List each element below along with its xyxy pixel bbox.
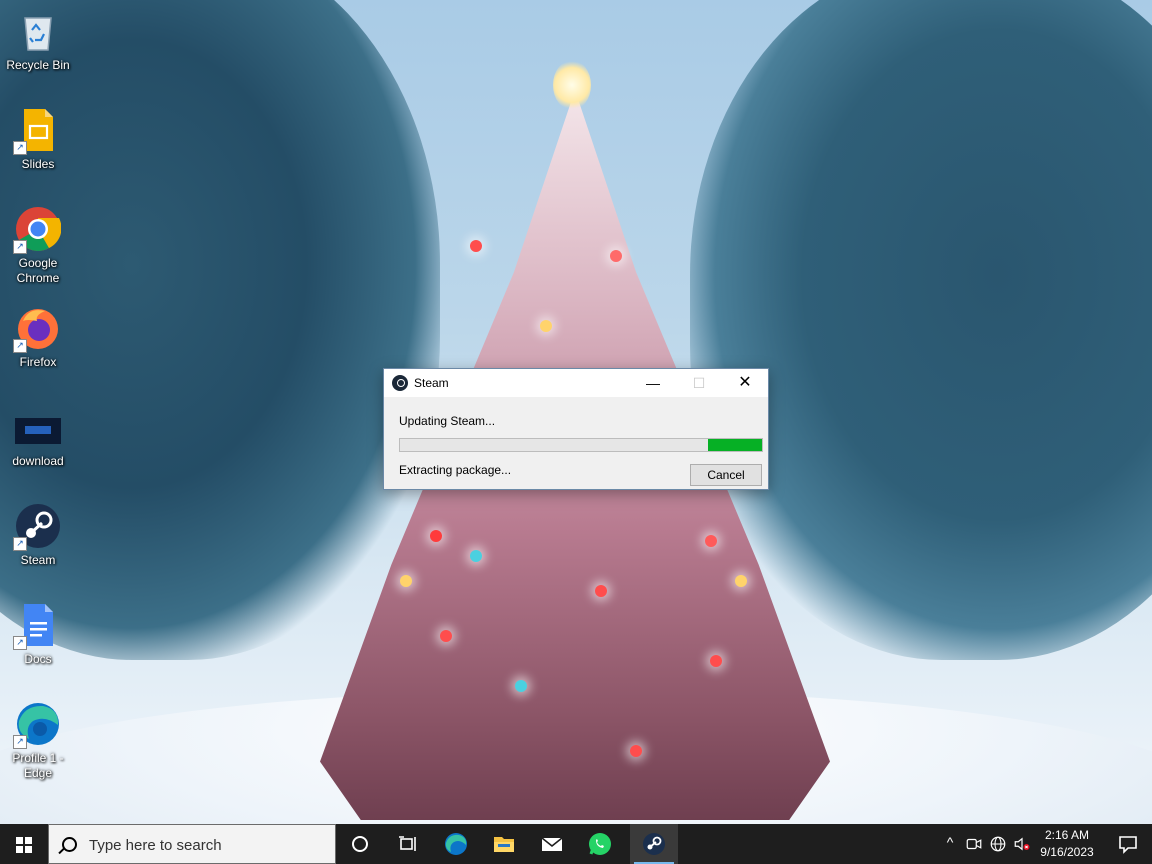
wallpaper-light xyxy=(595,585,607,597)
desktop-icon-firefox[interactable]: ↗ Firefox xyxy=(2,305,74,370)
windows-logo-icon xyxy=(16,837,32,853)
desktop-icon-steam[interactable]: ↗ Steam xyxy=(2,503,74,568)
update-status-text: Updating Steam... xyxy=(399,414,496,428)
file-explorer-icon xyxy=(494,837,514,852)
minimize-button[interactable]: — xyxy=(630,369,676,397)
taskbar-steam[interactable] xyxy=(630,824,678,864)
steam-icon xyxy=(643,833,665,855)
desktop-icon-label: Google Chrome xyxy=(16,256,60,285)
wallpaper-light xyxy=(515,680,527,692)
wallpaper-light xyxy=(470,240,482,252)
desktop-icon-label: Firefox xyxy=(19,355,57,369)
show-hidden-icons-button[interactable]: ^ xyxy=(940,834,960,850)
shortcut-arrow-icon: ↗ xyxy=(13,735,27,749)
cortana-button[interactable] xyxy=(336,824,384,864)
wallpaper-tree-star xyxy=(553,60,591,110)
search-placeholder: Type here to search xyxy=(89,837,222,854)
wallpaper-pine-right xyxy=(690,0,1152,660)
desktop-icon-slides[interactable]: ↗ Slides xyxy=(2,107,74,172)
shortcut-arrow-icon: ↗ xyxy=(13,141,27,155)
clock-time: 2:16 AM xyxy=(1044,828,1090,842)
wallpaper-light xyxy=(540,320,552,332)
update-progress-bar xyxy=(399,438,763,452)
desktop-icon-label: download xyxy=(12,454,64,468)
close-button[interactable]: ✕ xyxy=(722,369,768,397)
dialog-titlebar[interactable]: Steam — ☐ ✕ xyxy=(384,369,768,397)
image-file-icon xyxy=(15,404,61,450)
desktop-icon-profile-edge[interactable]: ↗ Profile 1 - Edge xyxy=(2,701,74,781)
shortcut-arrow-icon: ↗ xyxy=(13,240,27,254)
taskbar-mail[interactable] xyxy=(528,824,576,864)
wallpaper-light xyxy=(735,575,747,587)
whatsapp-icon xyxy=(589,833,611,855)
progress-bar-fill xyxy=(707,439,762,451)
desktop-icon-download[interactable]: download xyxy=(2,404,74,469)
clock-date: 9/16/2023 xyxy=(1040,845,1094,859)
search-icon xyxy=(62,837,77,852)
tray-network[interactable] xyxy=(986,824,1010,864)
wallpaper-light xyxy=(400,575,412,587)
wallpaper-light xyxy=(440,630,452,642)
cortana-icon xyxy=(352,836,368,852)
wallpaper-light xyxy=(610,250,622,262)
chevron-up-icon: ^ xyxy=(946,834,954,850)
desktop-icon-label: Steam xyxy=(20,553,56,567)
task-view-button[interactable] xyxy=(384,824,432,864)
desktop-icon-docs[interactable]: ↗ Docs xyxy=(2,602,74,667)
maximize-button: ☐ xyxy=(676,369,722,397)
taskbar-file-explorer[interactable] xyxy=(480,824,528,864)
desktop-icon-label: Docs xyxy=(24,652,52,666)
wallpaper-light xyxy=(470,550,482,562)
google-slides-icon: ↗ xyxy=(13,107,61,155)
tray-meet-now[interactable] xyxy=(962,824,986,864)
edge-icon: ↗ xyxy=(13,701,61,749)
desktop-icon-label: Recycle Bin xyxy=(6,58,70,72)
tray-clock[interactable]: 2:16 AM 9/16/2023 xyxy=(1036,828,1098,859)
steam-update-dialog: Steam — ☐ ✕ Updating Steam... Extracting… xyxy=(383,368,769,490)
notification-center-button[interactable] xyxy=(1104,824,1152,864)
meet-now-icon xyxy=(966,838,982,850)
wallpaper-light xyxy=(710,655,722,667)
tray-volume[interactable] xyxy=(1010,824,1034,864)
maximize-icon: ☐ xyxy=(692,375,706,391)
wallpaper-light xyxy=(630,745,642,757)
volume-muted-icon xyxy=(1014,837,1030,851)
minimize-icon: — xyxy=(646,375,660,391)
network-globe-icon xyxy=(990,836,1006,852)
start-button[interactable] xyxy=(0,824,48,864)
taskbar-search-box[interactable]: Type here to search xyxy=(48,824,336,864)
wallpaper-light xyxy=(430,530,442,542)
taskbar: Type here to search ^ 2:16 AM 9/16/2023 xyxy=(0,824,1152,864)
dialog-title: Steam xyxy=(414,376,449,390)
steam-icon xyxy=(392,375,408,391)
cancel-button[interactable]: Cancel xyxy=(690,464,762,486)
desktop-icon-label: Slides xyxy=(21,157,55,171)
desktop-icon-label: Profile 1 - Edge xyxy=(12,751,64,780)
desktop-icon-recycle-bin[interactable]: Recycle Bin xyxy=(2,8,74,73)
steam-icon: ↗ xyxy=(13,503,61,551)
recycle-bin-icon xyxy=(15,8,61,54)
chrome-icon: ↗ xyxy=(13,206,62,254)
shortcut-arrow-icon: ↗ xyxy=(13,537,27,551)
notification-icon xyxy=(1119,836,1137,854)
extract-status-text: Extracting package... xyxy=(399,463,512,477)
task-view-icon xyxy=(399,836,416,851)
desktop-icon-google-chrome[interactable]: ↗ Google Chrome xyxy=(2,206,74,286)
firefox-icon: ↗ xyxy=(13,305,61,353)
shortcut-arrow-icon: ↗ xyxy=(13,339,27,353)
edge-icon xyxy=(445,833,467,855)
google-docs-icon: ↗ xyxy=(13,602,61,650)
taskbar-edge[interactable] xyxy=(432,824,480,864)
shortcut-arrow-icon: ↗ xyxy=(13,636,27,650)
mail-icon xyxy=(541,837,563,851)
taskbar-whatsapp[interactable] xyxy=(576,824,624,864)
close-icon: ✕ xyxy=(738,374,752,391)
wallpaper-light xyxy=(705,535,717,547)
